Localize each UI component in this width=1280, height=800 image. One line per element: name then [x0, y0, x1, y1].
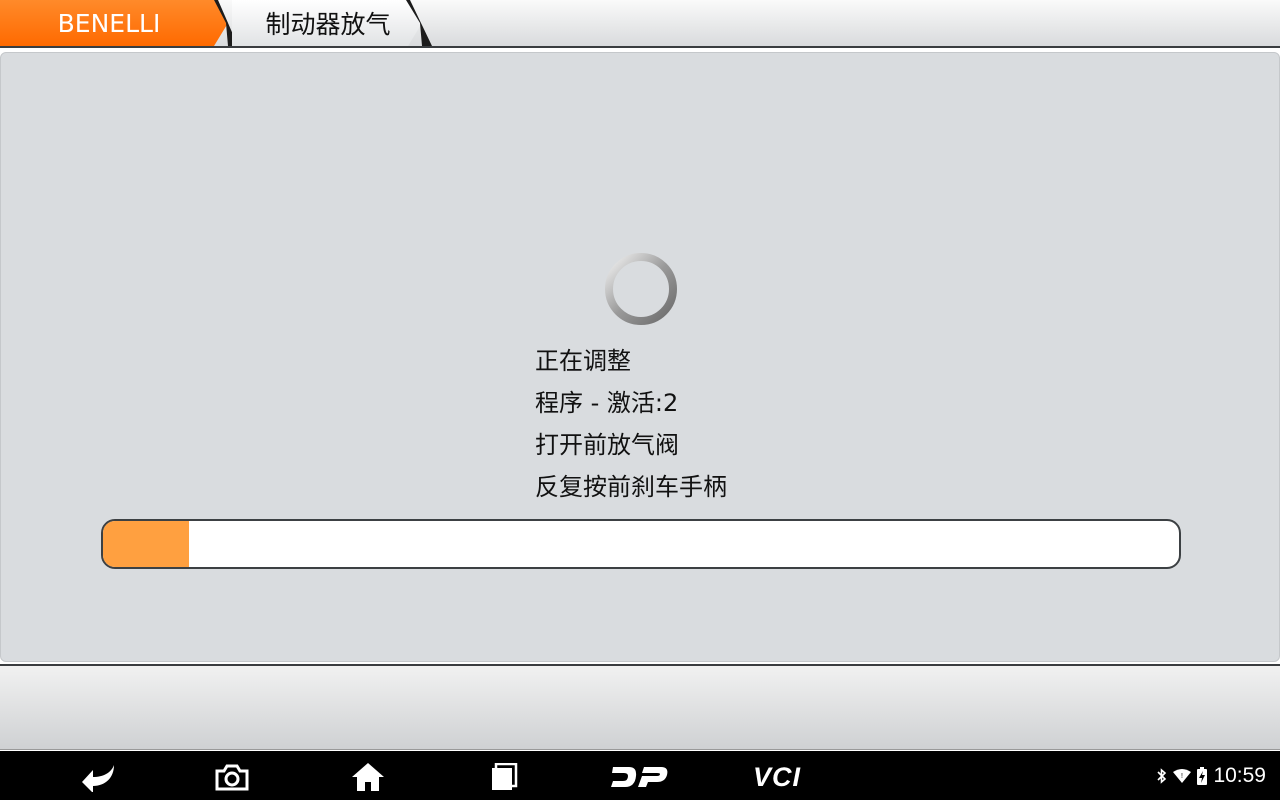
back-icon	[82, 765, 114, 792]
recent-apps-button[interactable]	[485, 755, 525, 799]
wifi-icon: !	[1173, 768, 1192, 783]
status-line: 反复按前刹车手柄	[535, 473, 727, 501]
dp-button[interactable]	[610, 755, 670, 799]
action-bar	[0, 664, 1280, 750]
loading-spinner-icon	[605, 253, 677, 325]
vci-label: VCI	[752, 761, 801, 792]
status-tray: ! 10:59	[1157, 751, 1266, 800]
content-panel: 正在调整程序 - 激活:2 打开前放气阀反复按前刹车手柄	[0, 52, 1280, 662]
status-line: 程序 - 激活:2	[535, 389, 679, 417]
breadcrumb-function[interactable]: 制动器放气	[232, 0, 422, 46]
status-line: 打开前放气阀	[535, 431, 679, 459]
vci-button[interactable]: VCI	[742, 755, 812, 799]
system-nav-bar: VCI ! 10:59	[0, 751, 1280, 800]
breadcrumb-bar: BENELLI 制动器放气	[0, 0, 1280, 48]
screenshot-button[interactable]	[212, 755, 252, 799]
back-button[interactable]	[76, 755, 120, 799]
camera-icon	[215, 764, 249, 791]
breadcrumb-brand[interactable]: BENELLI	[0, 0, 228, 46]
status-message: 正在调整程序 - 激活:2 打开前放气阀反复按前刹车手柄	[535, 340, 727, 508]
battery-icon	[1197, 766, 1208, 785]
breadcrumb-function-label: 制动器放气	[265, 10, 391, 39]
breadcrumb-brand-label: BENELLI	[57, 8, 161, 38]
bluetooth-icon	[1157, 767, 1167, 784]
home-icon	[352, 763, 384, 791]
progress-bar	[101, 519, 1181, 569]
svg-text:!: !	[1181, 773, 1183, 780]
recent-apps-icon	[492, 763, 518, 790]
progress-bar-fill	[103, 521, 190, 567]
status-line: 正在调整	[535, 347, 631, 375]
dp-logo-icon	[611, 767, 668, 787]
home-button[interactable]	[348, 755, 388, 799]
clock: 10:59	[1213, 763, 1266, 787]
